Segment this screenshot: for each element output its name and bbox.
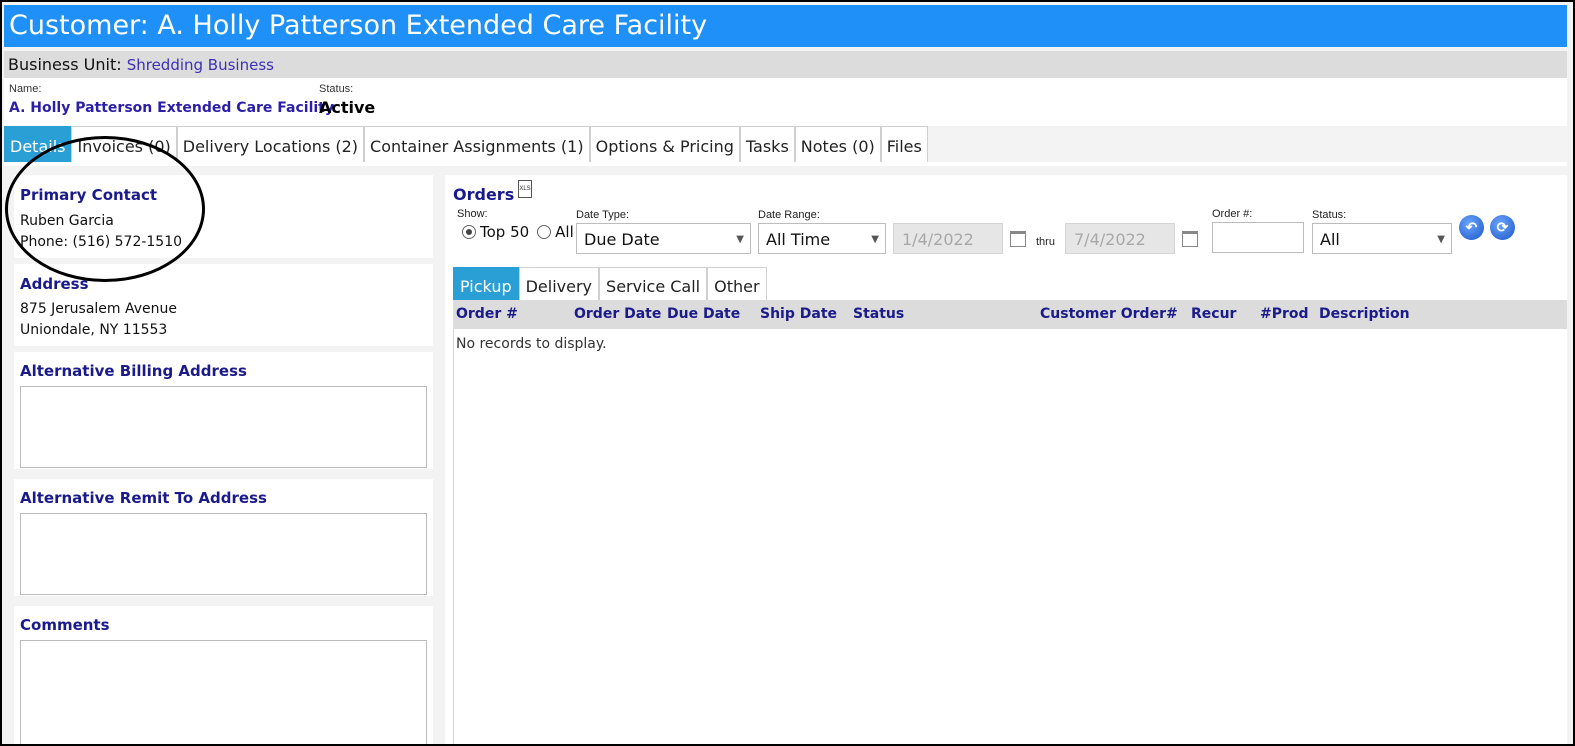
show-radio-group: Top 50 All (462, 223, 574, 241)
chevron-down-icon: ▼ (1437, 234, 1445, 245)
date-type-select[interactable]: Due Date ▼ (576, 223, 751, 254)
tab-details[interactable]: Details (4, 126, 72, 162)
tab-options-pricing[interactable]: Options & Pricing (589, 126, 740, 162)
date-from-input[interactable]: 1/4/2022 (893, 223, 1003, 254)
date-range-select[interactable]: All Time ▼ (758, 223, 886, 254)
tab-container-assignments[interactable]: Container Assignments (1) (364, 126, 590, 162)
order-number-input[interactable] (1212, 222, 1304, 253)
business-unit-bar: Business Unit: Shredding Business (4, 51, 1567, 78)
tab-divider (4, 162, 1567, 166)
calendar-icon[interactable] (1182, 231, 1198, 247)
orders-panel: Orders XLS Show: Top 50 All Date Type: D… (445, 175, 1567, 744)
subtab-service-call[interactable]: Service Call (599, 267, 708, 300)
contact-name: Ruben Garcia (20, 213, 114, 229)
orders-status-value: All (1320, 230, 1340, 249)
address-line1: 875 Jerusalem Avenue (20, 301, 178, 317)
order-number-label: Order #: (1212, 208, 1253, 220)
column-header-order-date[interactable]: Order Date (574, 300, 661, 329)
date-range-label: Date Range: (758, 209, 820, 221)
page-title: Customer: A. Holly Patterson Extended Ca… (4, 5, 1567, 47)
alt-billing-heading: Alternative Billing Address (20, 362, 247, 380)
subtab-other[interactable]: Other (707, 267, 767, 300)
address-panel: Address 875 Jerusalem Avenue Uniondale, … (14, 264, 433, 346)
column-header-recur[interactable]: Recur (1191, 300, 1236, 329)
top50-radio[interactable] (462, 225, 476, 239)
excel-export-icon[interactable]: XLS (518, 180, 532, 198)
business-unit-label: Business Unit: (8, 55, 122, 74)
alt-billing-panel: Alternative Billing Address (14, 352, 433, 469)
orders-heading: Orders (453, 185, 515, 204)
chevron-down-icon: ▼ (871, 234, 879, 245)
show-label: Show: (457, 208, 488, 220)
window-frame: Customer: A. Holly Patterson Extended Ca… (0, 0, 1575, 746)
orders-grid-header: Order # Order Date Due Date Ship Date St… (453, 300, 1567, 329)
comments-heading: Comments (20, 616, 110, 634)
alt-remit-heading: Alternative Remit To Address (20, 489, 267, 507)
subtab-pickup[interactable]: Pickup (453, 267, 519, 300)
contact-phone: Phone: (516) 572-1510 (20, 234, 183, 250)
address-heading: Address (20, 275, 89, 293)
tab-invoices[interactable]: Invoices (0) (71, 126, 177, 162)
alt-remit-textarea[interactable] (20, 513, 427, 595)
tab-tasks[interactable]: Tasks (739, 126, 795, 162)
comments-panel: Comments (14, 606, 433, 744)
thru-label: thru (1036, 236, 1055, 248)
tab-notes[interactable]: Notes (0) (794, 126, 881, 162)
customer-name-link[interactable]: A. Holly Patterson Extended Care Facilit… (9, 100, 334, 116)
tab-delivery-locations[interactable]: Delivery Locations (2) (176, 126, 365, 162)
date-range-value: All Time (766, 230, 831, 249)
top50-label: Top 50 (480, 223, 530, 241)
primary-contact-heading: Primary Contact (20, 186, 158, 204)
name-label: Name: (9, 83, 42, 95)
column-header-order-number[interactable]: Order # (456, 300, 518, 329)
column-header-prod[interactable]: #Prod (1260, 300, 1309, 329)
column-header-description[interactable]: Description (1319, 300, 1410, 329)
comments-textarea[interactable] (20, 640, 427, 744)
column-header-customer-order[interactable]: Customer Order# (1040, 300, 1178, 329)
all-label: All (555, 223, 574, 241)
status-label: Status: (319, 83, 354, 95)
address-line2: Uniondale, NY 11553 (20, 322, 168, 338)
column-header-status[interactable]: Status (853, 300, 904, 329)
calendar-icon[interactable] (1010, 231, 1026, 247)
orders-subtabs: Pickup Delivery Service Call Other (453, 267, 767, 300)
customer-info: Name: A. Holly Patterson Extended Care F… (4, 78, 1567, 126)
alt-remit-panel: Alternative Remit To Address (14, 479, 433, 596)
refresh-icon[interactable]: ⟳ (1490, 215, 1515, 240)
subtab-delivery[interactable]: Delivery (518, 267, 600, 300)
empty-grid-message: No records to display. (456, 336, 607, 352)
grid-border (453, 329, 454, 744)
date-type-label: Date Type: (576, 209, 629, 221)
date-to-input[interactable]: 7/4/2022 (1065, 223, 1175, 254)
main-tabs: Details Invoices (0) Delivery Locations … (4, 126, 928, 162)
date-type-value: Due Date (584, 230, 660, 249)
column-header-due-date[interactable]: Due Date (667, 300, 740, 329)
chevron-down-icon: ▼ (736, 234, 744, 245)
alt-billing-textarea[interactable] (20, 386, 427, 468)
tab-files[interactable]: Files (880, 126, 928, 162)
undo-icon[interactable]: ↶ (1459, 215, 1484, 240)
primary-contact-panel: Primary Contact Ruben Garcia Phone: (516… (14, 175, 433, 258)
all-radio[interactable] (537, 225, 552, 239)
status-value: Active (319, 98, 376, 117)
orders-status-select[interactable]: All ▼ (1312, 223, 1452, 254)
orders-status-label: Status: (1312, 209, 1347, 221)
business-unit-link[interactable]: Shredding Business (127, 56, 274, 74)
column-header-ship-date[interactable]: Ship Date (760, 300, 837, 329)
